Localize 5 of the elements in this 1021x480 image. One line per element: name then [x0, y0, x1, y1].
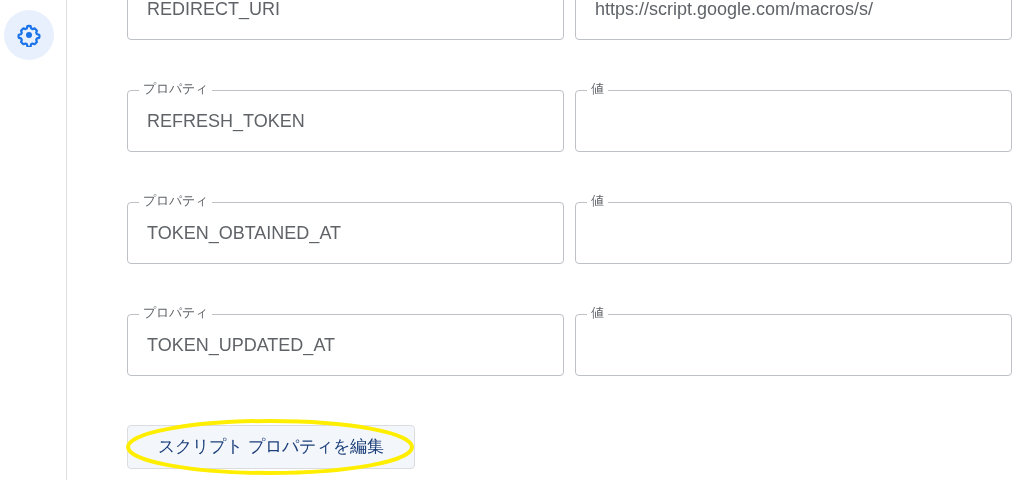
property-field[interactable]: REDIRECT_URI	[127, 0, 564, 40]
value-field[interactable]: https://script.google.com/macros/s/	[575, 0, 1012, 40]
edit-properties-button[interactable]: スクリプト プロパティを編集	[127, 425, 415, 469]
settings-button[interactable]	[4, 10, 54, 60]
settings-icon	[17, 23, 41, 47]
